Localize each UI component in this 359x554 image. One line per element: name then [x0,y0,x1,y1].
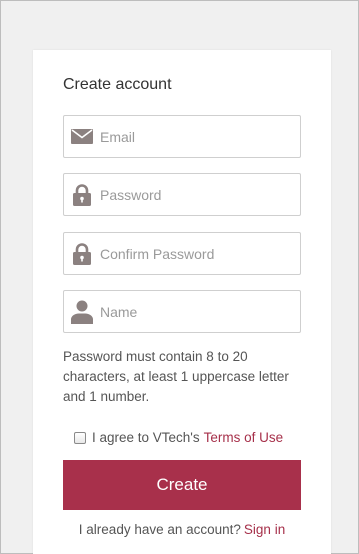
user-icon [64,300,100,324]
confirm-password-input[interactable] [100,233,290,274]
terms-text: I agree to VTech's [92,430,200,445]
envelope-icon [64,129,100,144]
terms-of-use-link[interactable]: Terms of Use [204,430,284,445]
name-input[interactable] [100,291,290,332]
signin-text: I already have an account? [78,522,241,537]
email-input[interactable] [100,116,290,157]
create-account-card: Create account Email Name Password must … [33,50,331,554]
confirm-password-field-container[interactable] [63,232,301,275]
lock-icon [64,242,100,265]
lock-icon [64,183,100,206]
sign-in-link[interactable]: Sign in [244,522,285,537]
email-field-container[interactable] [63,115,301,158]
create-button[interactable]: Create [63,460,301,510]
password-field-container[interactable] [63,173,301,216]
terms-agreement: I agree to VTech's Terms of Use [74,430,283,445]
terms-checkbox[interactable] [74,431,86,444]
name-field-container[interactable] [63,290,301,333]
signin-prompt: I already have an account? Sign in [33,522,331,537]
form-title: Create account [63,76,172,93]
password-hint: Password must contain 8 to 20 characters… [63,349,289,404]
password-input[interactable] [100,174,290,215]
